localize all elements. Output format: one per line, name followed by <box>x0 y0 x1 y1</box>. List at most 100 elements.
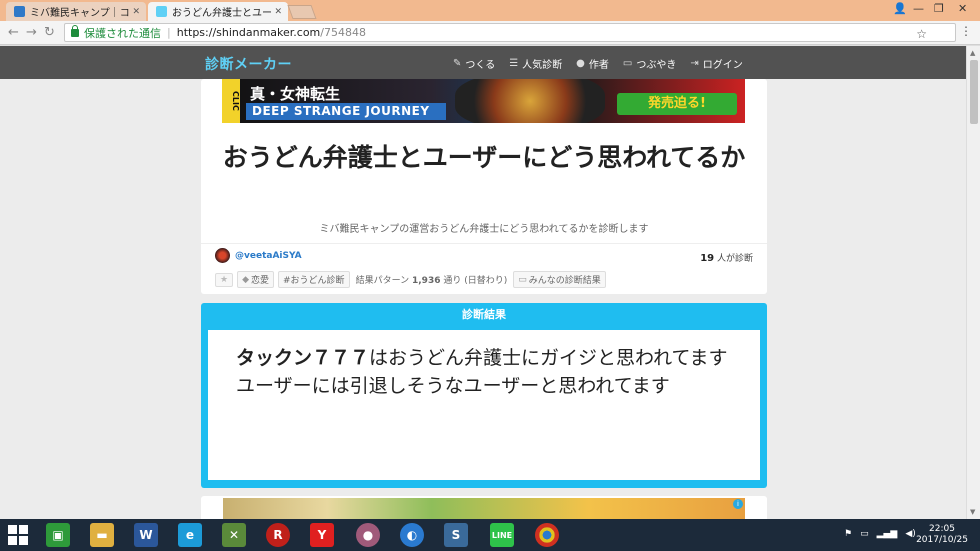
nav-tweets[interactable]: ▭ つぶやき <box>623 56 676 71</box>
system-tray: ⚑ ▭ ▂▄▆ ◀) <box>844 529 916 539</box>
network-icon[interactable]: ▭ <box>860 529 869 539</box>
store-icon[interactable]: ▣ <box>46 523 70 547</box>
scroll-thumb[interactable] <box>970 60 978 124</box>
everyone-results-button[interactable]: ▭ みんなの診断結果 <box>513 271 606 288</box>
avatar <box>215 248 230 263</box>
address-bar[interactable]: 保護された通信 | https://shindanmaker.com/75484… <box>64 23 956 42</box>
pencil-icon: ✎ <box>453 58 462 69</box>
url-path: /754848 <box>320 26 366 39</box>
divider <box>201 243 767 244</box>
url-host: https://shindanmaker.com <box>176 26 321 39</box>
browser-toolbar: ← → ↻ 保護された通信 | https://shindanmaker.com… <box>0 21 980 45</box>
page-scrollbar[interactable]: ▲ ▼ <box>966 46 980 519</box>
chrome-icon[interactable] <box>535 523 559 547</box>
game-app-icon[interactable]: ● <box>356 523 380 547</box>
bookmark-star-icon[interactable]: ☆ <box>916 27 927 41</box>
r-app-icon[interactable]: R <box>266 523 290 547</box>
tab-title: おうどん弁護士とユーザーにど <box>172 8 272 19</box>
nav-authors[interactable]: ● 作者 <box>576 56 609 71</box>
page-content: CLIC 真・女神転生 DEEP STRANGE JOURNEY 発売迫る! お… <box>0 79 966 519</box>
back-icon[interactable]: ← <box>8 25 19 40</box>
tag-romance[interactable]: ◆ 恋愛 <box>237 271 275 288</box>
close-window-icon[interactable]: ✕ <box>958 2 967 15</box>
windows-taskbar: ▣ ▬ W e ✕ R Y ● ◐ S LINE ⚑ ▭ ▂▄▆ ◀) 22:0… <box>0 519 980 551</box>
tab-shindanmaker[interactable]: おうどん弁護士とユーザーにど ✕ <box>148 2 288 21</box>
tag-hashtag[interactable]: #おうどん診断 <box>278 271 350 288</box>
result-line2: ユーザーには引退しそうなユーザーと思われてます <box>236 375 670 397</box>
nav-label: 人気診断 <box>522 60 563 71</box>
banner-artwork <box>455 79 605 123</box>
result-line1: はおうどん弁護士にガイジと思われてます <box>369 347 728 369</box>
ad-image <box>223 498 745 519</box>
nav-create[interactable]: ✎ つくる <box>453 56 495 71</box>
flag-icon[interactable]: ⚑ <box>844 529 852 539</box>
minimize-icon[interactable]: — <box>913 2 924 15</box>
lock-icon <box>71 24 79 37</box>
signal-icon[interactable]: ▂▄▆ <box>877 529 898 539</box>
result-body: タックン７７７はおうどん弁護士にガイジと思われてます ユーザーには引退しそうなユ… <box>208 330 760 480</box>
tab-title: ミバ難民キャンプ｜コミュニテ <box>30 8 130 19</box>
banner-cta: 発売迫る! <box>617 93 737 115</box>
new-tab-button[interactable] <box>287 5 317 19</box>
ad-banner[interactable]: CLIC 真・女神転生 DEEP STRANGE JOURNEY 発売迫る! <box>222 79 745 123</box>
result-heading: 診断結果 <box>462 308 506 321</box>
pattern-suffix: 通り (日替わり) <box>443 276 508 286</box>
tag-label: 恋愛 <box>251 276 270 286</box>
tag-icon: ◆ <box>242 274 249 285</box>
reload-icon[interactable]: ↻ <box>44 25 55 40</box>
s-app-icon[interactable]: S <box>444 523 468 547</box>
browser-tab-strip: ミバ難民キャンプ｜コミュニテ ✕ おうどん弁護士とユーザーにど ✕ 👤 — ❐ … <box>0 0 980 21</box>
scroll-down-icon[interactable]: ▼ <box>970 508 975 516</box>
pattern-label: 結果パターン <box>355 276 410 286</box>
login-icon: ⇥ <box>690 58 699 69</box>
app-icon[interactable]: ✕ <box>222 523 246 547</box>
profile-icon[interactable]: 👤 <box>893 2 907 15</box>
result-pattern: 結果パターン 1,936 通り (日替わり) <box>354 272 510 287</box>
word-icon[interactable]: W <box>134 523 158 547</box>
site-logo[interactable]: 診断メーカー <box>205 54 292 74</box>
author-link[interactable]: @veetaAiSYA <box>215 248 302 263</box>
site-favicon-icon <box>14 6 25 17</box>
shindan-favicon-icon <box>156 6 167 17</box>
blue-app-icon[interactable]: ◐ <box>400 523 424 547</box>
nav-popular[interactable]: ☰ 人気診断 <box>509 56 562 71</box>
yahoo-icon[interactable]: Y <box>310 523 334 547</box>
edge-icon[interactable]: e <box>178 523 202 547</box>
banner-title: 真・女神転生 <box>250 85 341 103</box>
maximize-icon[interactable]: ❐ <box>934 2 944 15</box>
url-separator: | <box>167 26 171 39</box>
secure-label: 保護された通信 <box>84 26 161 40</box>
nav-label: ログイン <box>702 60 743 71</box>
site-nav: ✎ つくる ☰ 人気診断 ● 作者 ▭ つぶやき ⇥ ログイン <box>453 56 743 71</box>
nav-label: 作者 <box>588 60 609 71</box>
scroll-up-icon[interactable]: ▲ <box>970 49 975 57</box>
diagnosis-title: おうどん弁護士とユーザーにどう思われてるか <box>222 143 746 172</box>
person-icon: ● <box>576 58 585 69</box>
taskbar-clock[interactable]: 22:05 2017/10/25 <box>912 524 972 546</box>
ad-info-icon[interactable]: i <box>733 499 743 509</box>
start-button[interactable] <box>8 525 28 545</box>
pattern-count: 1,936 <box>412 276 441 286</box>
tab-close-icon[interactable]: ✕ <box>132 7 140 17</box>
tab-close-icon[interactable]: ✕ <box>274 7 282 17</box>
favorite-star-button[interactable]: ★ <box>215 272 234 287</box>
tag-label: #おうどん診断 <box>283 276 345 286</box>
banner-clic: CLIC <box>222 79 240 123</box>
nav-login[interactable]: ⇥ ログイン <box>690 56 742 71</box>
count-suffix: 人が診断 <box>716 254 753 264</box>
speech-icon: ▭ <box>622 58 633 69</box>
clock-date: 2017/10/25 <box>916 535 968 545</box>
clock-time: 22:05 <box>929 524 955 534</box>
nav-label: つくる <box>465 60 496 71</box>
ad-banner-bottom[interactable]: i <box>201 496 767 519</box>
list-icon: ☰ <box>509 58 519 69</box>
line-icon[interactable]: LINE <box>490 523 514 547</box>
file-explorer-icon[interactable]: ▬ <box>90 523 114 547</box>
diagnosis-description: ミバ難民キャンプの運営おうどん弁護士にどう思われてるかを診断します <box>319 224 649 235</box>
result-panel: 診断結果 タックン７７７はおうどん弁護士にガイジと思われてます ユーザーには引退… <box>201 303 767 488</box>
star-icon: ★ <box>220 274 229 285</box>
speech-icon: ▭ <box>518 274 527 285</box>
tab-mibacamp[interactable]: ミバ難民キャンプ｜コミュニテ ✕ <box>6 2 146 21</box>
forward-icon[interactable]: → <box>26 25 37 40</box>
browser-menu-icon[interactable]: ⋮ <box>960 24 972 38</box>
